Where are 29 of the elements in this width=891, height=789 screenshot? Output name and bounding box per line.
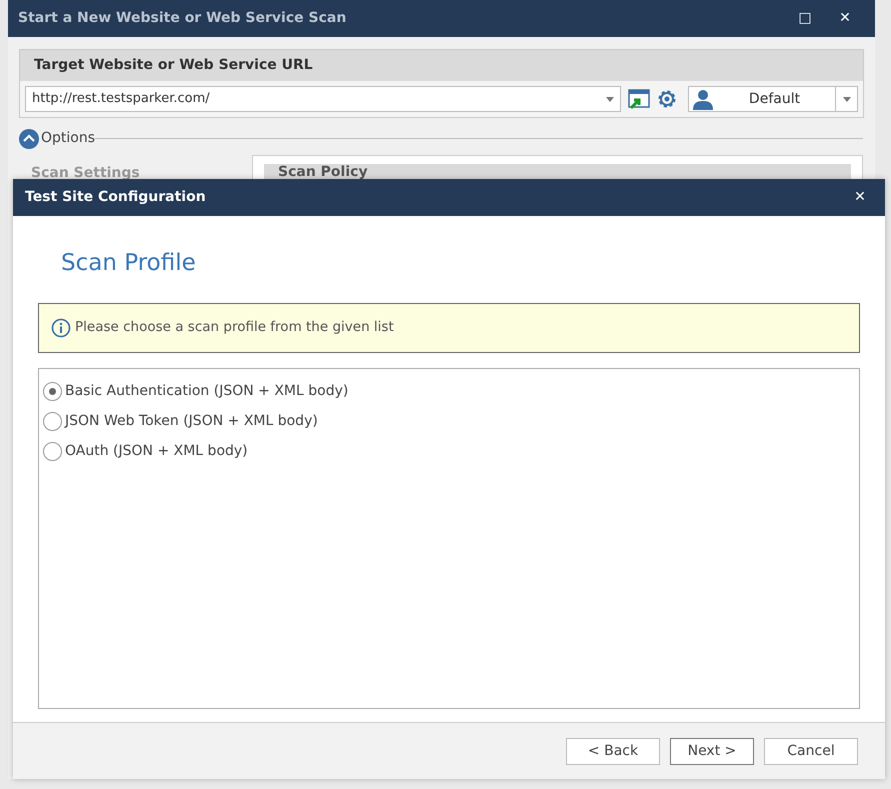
- section-label: Scan Settings: [31, 165, 140, 181]
- profile-dropdown[interactable]: Default: [688, 86, 858, 112]
- close-button[interactable]: ✕: [847, 179, 873, 216]
- info-text: Please choose a scan profile from the given list: [75, 318, 394, 338]
- browser-window-icon[interactable]: [628, 88, 650, 110]
- close-button[interactable]: ✕: [825, 0, 865, 37]
- maximize-button[interactable]: □: [785, 0, 825, 37]
- dialog-title: Test Site Configuration: [25, 188, 207, 207]
- window-title: Start a New Website or Web Service Scan: [18, 9, 348, 28]
- dialog-button[interactable]: Next >: [670, 738, 754, 764]
- options-label[interactable]: Options: [41, 128, 96, 149]
- user-icon: [692, 88, 714, 110]
- profile-option[interactable]: JSON Web Token (JSON + XML body): [43, 406, 855, 436]
- dropdown-arrow-icon[interactable]: [606, 96, 614, 102]
- profile-option[interactable]: Basic Authentication (JSON + XML body): [43, 376, 855, 406]
- url-field[interactable]: http://rest.testsparker.com/: [25, 86, 622, 112]
- collapse-icon[interactable]: [19, 128, 39, 148]
- dialog-button[interactable]: Cancel: [764, 738, 858, 764]
- profile-option[interactable]: OAuth (JSON + XML body): [43, 436, 855, 466]
- panel-heading: Scan Policy: [278, 164, 368, 180]
- settings-icon[interactable]: [656, 88, 678, 110]
- radio-button[interactable]: [43, 382, 62, 401]
- dialog-button[interactable]: < Back: [566, 738, 660, 764]
- panel-heading: Target Website or Web Service URL: [34, 56, 313, 75]
- page-heading: Scan Profile: [61, 249, 197, 278]
- info-icon: [51, 318, 71, 338]
- radio-button[interactable]: [43, 412, 62, 431]
- radio-button[interactable]: [43, 442, 62, 461]
- dropdown-arrow-icon[interactable]: [842, 96, 850, 102]
